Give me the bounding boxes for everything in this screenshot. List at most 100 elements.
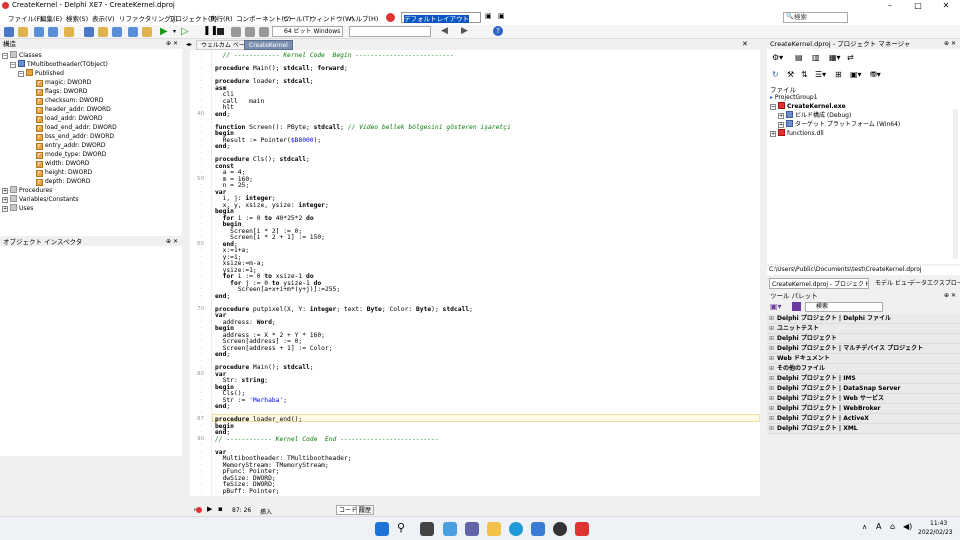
collapse-icon[interactable]: −: [2, 53, 8, 59]
code-line[interactable]: Screen[address + 1] := Color;: [215, 345, 333, 352]
macro-stop-icon[interactable]: ▪: [218, 505, 223, 513]
run-dropdown-icon[interactable]: ▾: [173, 28, 176, 35]
stop-debug-icon[interactable]: [217, 28, 224, 35]
volume-icon[interactable]: ◀): [903, 522, 912, 531]
tree-field[interactable]: Fwidth: DWORD: [36, 159, 90, 168]
code-line[interactable]: procedure putpixel(X, Y: integer; text: …: [215, 306, 473, 313]
tree-variables[interactable]: + Variables/Constants: [2, 195, 79, 204]
menu-tools[interactable]: ツール(T): [283, 13, 312, 23]
app-icon[interactable]: [553, 522, 567, 536]
layout-combo[interactable]: デフォルトレイアウト: [401, 12, 481, 23]
code-line[interactable]: Screen[a+x+i+m*(y+j)]:=255;: [215, 286, 340, 293]
palette-category[interactable]: ユニットテスト: [767, 324, 960, 334]
pin-icon[interactable]: ⊕ ✕: [944, 39, 956, 49]
remove-file-icon[interactable]: [98, 27, 108, 37]
project-exe[interactable]: − CreateKernel.exe: [770, 102, 846, 111]
sync-icon[interactable]: ⇄: [847, 53, 854, 62]
expand-icon[interactable]: +: [770, 131, 776, 137]
pause-icon[interactable]: ❚❚: [203, 26, 218, 36]
code-line[interactable]: // ------------ Kernel Code Begin ------…: [215, 52, 454, 59]
minimize-button[interactable]: –: [876, 0, 904, 11]
project-target-platform[interactable]: + ターゲット プラットフォーム (Win64): [778, 120, 900, 129]
new-project-icon[interactable]: ▤: [795, 53, 803, 62]
expand-icon[interactable]: +: [2, 197, 8, 203]
pin-icon[interactable]: ⊕ ✕: [944, 291, 956, 301]
options-icon[interactable]: [112, 27, 122, 37]
remove-icon[interactable]: ▥: [812, 53, 820, 62]
play-macro-icon[interactable]: ▶: [207, 505, 212, 513]
help-icon[interactable]: ?: [493, 26, 503, 36]
config-combo[interactable]: [349, 26, 431, 37]
tree-published[interactable]: − Published: [18, 69, 64, 78]
palette-category[interactable]: Delphi プロジェクト | ActiveX: [767, 414, 960, 424]
tree-field[interactable]: Fbss_end_addr: DWORD: [36, 132, 114, 141]
code-line[interactable]: procedure Main(); stdcall;: [215, 364, 314, 371]
run-icon[interactable]: ▶: [160, 26, 168, 37]
forward-icon[interactable]: ▶: [461, 26, 468, 36]
toggle-form-icon[interactable]: [128, 27, 138, 37]
palette-category[interactable]: その他のファイル: [767, 364, 960, 374]
project-dll[interactable]: + functions.dll: [770, 129, 824, 138]
tab-project-manager[interactable]: CreateKernel.dproj - プロジェクト マネ...: [769, 278, 869, 289]
code-line[interactable]: end;: [215, 293, 230, 300]
project-group[interactable]: ▸ ProjectGroup1: [770, 93, 818, 102]
trace-into-icon[interactable]: [245, 27, 255, 37]
add-file-icon[interactable]: [84, 27, 94, 37]
code-line[interactable]: procedure loader; stdcall;: [215, 78, 314, 85]
tab-close-icon[interactable]: ✕: [742, 40, 748, 48]
menu-search[interactable]: 検索(S): [66, 13, 88, 23]
tree-field[interactable]: Fflags: DWORD: [36, 87, 87, 96]
run-to-cursor-icon[interactable]: [259, 27, 269, 37]
expand-icon[interactable]: +: [778, 113, 784, 119]
tab-history[interactable]: 履歴: [356, 505, 375, 515]
menu-file[interactable]: ファイル(F): [8, 13, 43, 23]
collapse-icon[interactable]: −: [18, 71, 24, 77]
menu-view[interactable]: 表示(V): [92, 13, 115, 23]
tree-field[interactable]: Fload_addr: DWORD: [36, 114, 102, 123]
palette-category[interactable]: Delphi プロジェクト | IMS: [767, 374, 960, 384]
pin-icon[interactable]: ⊕ ✕: [166, 39, 178, 49]
palette-category[interactable]: Delphi プロジェクト | マルチデバイス プロジェクト: [767, 344, 960, 354]
code-editor[interactable]: 40 50 60 70 80 87 90 · · · · · · · · · · · · · · · · · · · · · · · · · ·…: [190, 50, 760, 496]
code-line[interactable]: // ------------ Kernel Code End --------…: [215, 436, 439, 443]
record-icon[interactable]: [196, 507, 202, 513]
view-unit-icon[interactable]: [142, 27, 152, 37]
edge-icon[interactable]: [509, 522, 523, 536]
store-icon[interactable]: [531, 522, 545, 536]
collapse-all-icon[interactable]: ▣▾: [850, 70, 862, 79]
tree-field[interactable]: Fheader_addr: DWORD: [36, 105, 111, 114]
project-build-config[interactable]: + ビルド構成 (Debug): [778, 111, 851, 120]
palette-category[interactable]: Delphi プロジェクト | Delphi ファイル: [767, 314, 960, 324]
tree-uses[interactable]: + Uses: [2, 204, 33, 213]
menu-help[interactable]: ヘルプ(H): [349, 13, 378, 23]
refresh-icon[interactable]: ↻: [772, 70, 779, 79]
palette-categories-icon[interactable]: ▣▾: [770, 302, 782, 311]
palette-category[interactable]: Delphi プロジェクト: [767, 334, 960, 344]
menu-edit[interactable]: 編集(E): [40, 13, 62, 23]
expand-icon[interactable]: +: [2, 206, 8, 212]
list-icon[interactable]: ☰▾: [815, 70, 826, 79]
tree-field[interactable]: Fheight: DWORD: [36, 168, 92, 177]
palette-category[interactable]: Delphi プロジェクト | WebBroker: [767, 404, 960, 414]
activate-icon[interactable]: ⚙▾: [772, 53, 783, 62]
code-line[interactable]: end;: [215, 403, 230, 410]
project-scrollbar[interactable]: [953, 109, 958, 259]
tab-data-explorer[interactable]: データエクスプローラ: [907, 278, 960, 287]
tree-classes[interactable]: − Classes: [2, 51, 42, 60]
clock-time[interactable]: 11:43: [930, 520, 947, 527]
start-icon[interactable]: [375, 522, 389, 536]
tree-field[interactable]: Fchecksum: DWORD: [36, 96, 103, 105]
back-icon[interactable]: ◀: [441, 26, 448, 36]
chat-icon[interactable]: [465, 522, 479, 536]
filter-icon[interactable]: ⛃▾: [870, 70, 881, 79]
code-line[interactable]: end;: [215, 351, 230, 358]
ime-indicator[interactable]: A: [876, 522, 881, 531]
tab-createkernel[interactable]: CreateKernel: [244, 40, 293, 50]
run-without-debug-icon[interactable]: ▷: [181, 26, 189, 37]
build-icon[interactable]: ⚒: [787, 70, 794, 79]
open-project-icon[interactable]: [64, 27, 74, 37]
code-line[interactable]: end;: [215, 143, 230, 150]
tab-list-icon[interactable]: ◂▸: [186, 41, 192, 48]
tree-procedures[interactable]: + Procedures: [2, 186, 52, 195]
taskbar-search-icon[interactable]: ⚲: [397, 521, 405, 534]
